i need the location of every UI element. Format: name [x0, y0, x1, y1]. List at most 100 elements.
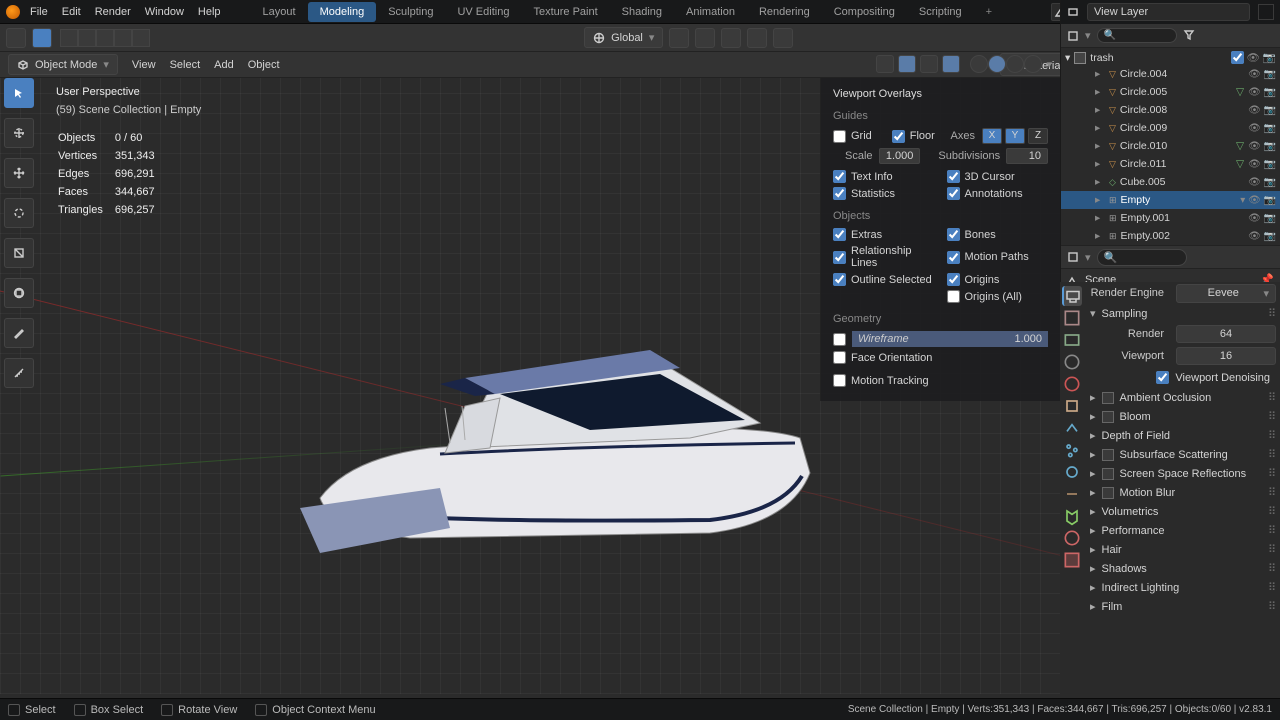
tool-cursor[interactable] [4, 118, 34, 148]
tab-render[interactable] [1062, 286, 1082, 306]
tool-rotate[interactable] [4, 198, 34, 228]
selmode-1[interactable] [60, 29, 78, 47]
proportional-icon[interactable] [747, 28, 767, 48]
tool-scale[interactable] [4, 238, 34, 268]
gizmo-toggle-icon[interactable] [876, 55, 894, 73]
selmode-2[interactable] [78, 29, 96, 47]
outliner-item[interactable]: ▸◇Cube.005👁 📷 [1061, 173, 1280, 191]
header-view[interactable]: View [132, 59, 156, 71]
outliner-item[interactable]: ▸⊞Empty.002👁 📷 [1061, 227, 1280, 245]
tab-compositing[interactable]: Compositing [822, 2, 907, 22]
section-subsurface-scattering[interactable]: ▸Subsurface Scattering⠿ [1088, 445, 1276, 464]
snap-target-icon[interactable] [721, 28, 741, 48]
render-engine-dropdown[interactable]: Eevee ▾ [1176, 284, 1276, 303]
tab-animation[interactable]: Animation [674, 2, 747, 22]
header-select[interactable]: Select [170, 59, 201, 71]
overlay-toggle-icon[interactable] [898, 55, 916, 73]
overlay-dropdown-icon[interactable] [942, 55, 960, 73]
tab-world[interactable] [1062, 374, 1082, 394]
section-film[interactable]: ▸Film⠿ [1088, 597, 1276, 616]
outliner-item[interactable]: ▸⊞Empty▾ 👁 📷 [1061, 191, 1280, 209]
tab-scripting[interactable]: Scripting [907, 2, 974, 22]
annotations-checkbox[interactable]: Annotations [947, 187, 1049, 200]
origins-all-checkbox[interactable]: Origins (All) [947, 290, 1049, 303]
header-add[interactable]: Add [214, 59, 234, 71]
mode-selector[interactable]: Object Mode▾ [8, 54, 118, 75]
outline-selected-checkbox[interactable]: Outline Selected [833, 273, 935, 286]
shading-wireframe-icon[interactable] [970, 55, 988, 73]
tab-physics[interactable] [1062, 462, 1082, 482]
tab-output[interactable] [1062, 308, 1082, 328]
selmode-5[interactable] [132, 29, 150, 47]
shading-matprev-icon[interactable] [1006, 55, 1024, 73]
editor-type-icon[interactable] [1067, 30, 1079, 42]
outliner-item[interactable]: ▸⊞Empty.001👁 📷 [1061, 209, 1280, 227]
outliner-item[interactable]: ▸▽Circle.011▽👁 📷 [1061, 155, 1280, 173]
tab-constraints[interactable] [1062, 484, 1082, 504]
proportional-falloff-icon[interactable] [773, 28, 793, 48]
cursor-tool-icon[interactable] [6, 28, 26, 48]
filter-icon[interactable] [1183, 28, 1199, 44]
section-hair[interactable]: ▸Hair⠿ [1088, 540, 1276, 559]
section-bloom[interactable]: ▸Bloom⠿ [1088, 407, 1276, 426]
menu-edit[interactable]: Edit [62, 6, 81, 18]
outliner-item[interactable]: ▸▽Circle.005▽👁 📷 [1061, 83, 1280, 101]
section-motion-blur[interactable]: ▸Motion Blur⠿ [1088, 483, 1276, 502]
subdiv-input[interactable]: 10 [1006, 148, 1048, 164]
textinfo-checkbox[interactable]: Text Info [833, 170, 935, 183]
tab-rendering[interactable]: Rendering [747, 2, 822, 22]
selmode-3[interactable] [96, 29, 114, 47]
floor-checkbox[interactable]: Floor [892, 128, 939, 144]
outliner-collection-trash[interactable]: ▾trash 👁 📷 [1061, 50, 1280, 65]
menu-render[interactable]: Render [95, 6, 131, 18]
tab-sculpting[interactable]: Sculpting [376, 2, 445, 22]
wireframe-slider[interactable]: Wireframe1.000 [833, 331, 1048, 347]
axis-z-toggle[interactable]: Z [1028, 128, 1048, 144]
tab-particles[interactable] [1062, 440, 1082, 460]
shading-solid-icon[interactable] [988, 55, 1006, 73]
axis-y-toggle[interactable]: Y [1005, 128, 1025, 144]
viewport-denoising-checkbox[interactable] [1156, 371, 1169, 384]
section-performance[interactable]: ▸Performance⠿ [1088, 521, 1276, 540]
origins-checkbox[interactable]: Origins [947, 273, 1049, 286]
tab-texture-paint[interactable]: Texture Paint [521, 2, 609, 22]
tab-material[interactable] [1062, 528, 1082, 548]
select-tool-icon[interactable] [32, 28, 52, 48]
selmode-4[interactable] [114, 29, 132, 47]
section-volumetrics[interactable]: ▸Volumetrics⠿ [1088, 502, 1276, 521]
tab-viewlayer[interactable] [1062, 330, 1082, 350]
relationship-lines-checkbox[interactable]: Relationship Lines [833, 245, 935, 269]
editor-type-icon-2[interactable] [1067, 251, 1079, 263]
props-search[interactable]: 🔍 [1097, 249, 1187, 266]
outliner-item[interactable]: ▸▽Circle.010▽👁 📷 [1061, 137, 1280, 155]
scale-input[interactable]: 1.000 [879, 148, 921, 164]
tab-add[interactable]: + [974, 2, 1004, 22]
extras-checkbox[interactable]: Extras [833, 228, 935, 241]
3dcursor-checkbox[interactable]: 3D Cursor [947, 170, 1049, 183]
pivot-icon[interactable] [669, 28, 689, 48]
tab-uv-editing[interactable]: UV Editing [445, 2, 521, 22]
tool-annotate[interactable] [4, 318, 34, 348]
tab-shading[interactable]: Shading [610, 2, 674, 22]
tab-modifiers[interactable] [1062, 418, 1082, 438]
menu-window[interactable]: Window [145, 6, 184, 18]
outliner-item[interactable]: ▸▽Circle.008👁 📷 [1061, 101, 1280, 119]
axis-x-toggle[interactable]: X [982, 128, 1002, 144]
snap-icon[interactable] [695, 28, 715, 48]
statistics-checkbox[interactable]: Statistics [833, 187, 935, 200]
viewport-samples-input[interactable]: 16 [1176, 347, 1276, 365]
section-screen-space-reflections[interactable]: ▸Screen Space Reflections⠿ [1088, 464, 1276, 483]
bones-checkbox[interactable]: Bones [947, 228, 1049, 241]
section-indirect-lighting[interactable]: ▸Indirect Lighting⠿ [1088, 578, 1276, 597]
shading-dropdown-icon[interactable]: ▾ [1046, 58, 1052, 71]
tab-data[interactable] [1062, 506, 1082, 526]
face-orientation-checkbox[interactable]: Face Orientation [833, 351, 1048, 364]
section-ambient-occlusion[interactable]: ▸Ambient Occlusion⠿ [1088, 388, 1276, 407]
section-shadows[interactable]: ▸Shadows⠿ [1088, 559, 1276, 578]
orientation-dropdown[interactable]: Global▾ [584, 27, 663, 48]
outliner-search[interactable]: 🔍 [1097, 28, 1177, 43]
motion-paths-checkbox[interactable]: Motion Paths [947, 245, 1049, 269]
outliner-item[interactable]: ▸▽Circle.009👁 📷 [1061, 119, 1280, 137]
wireframe-checkbox[interactable] [833, 333, 846, 346]
tab-layout[interactable]: Layout [251, 2, 308, 22]
